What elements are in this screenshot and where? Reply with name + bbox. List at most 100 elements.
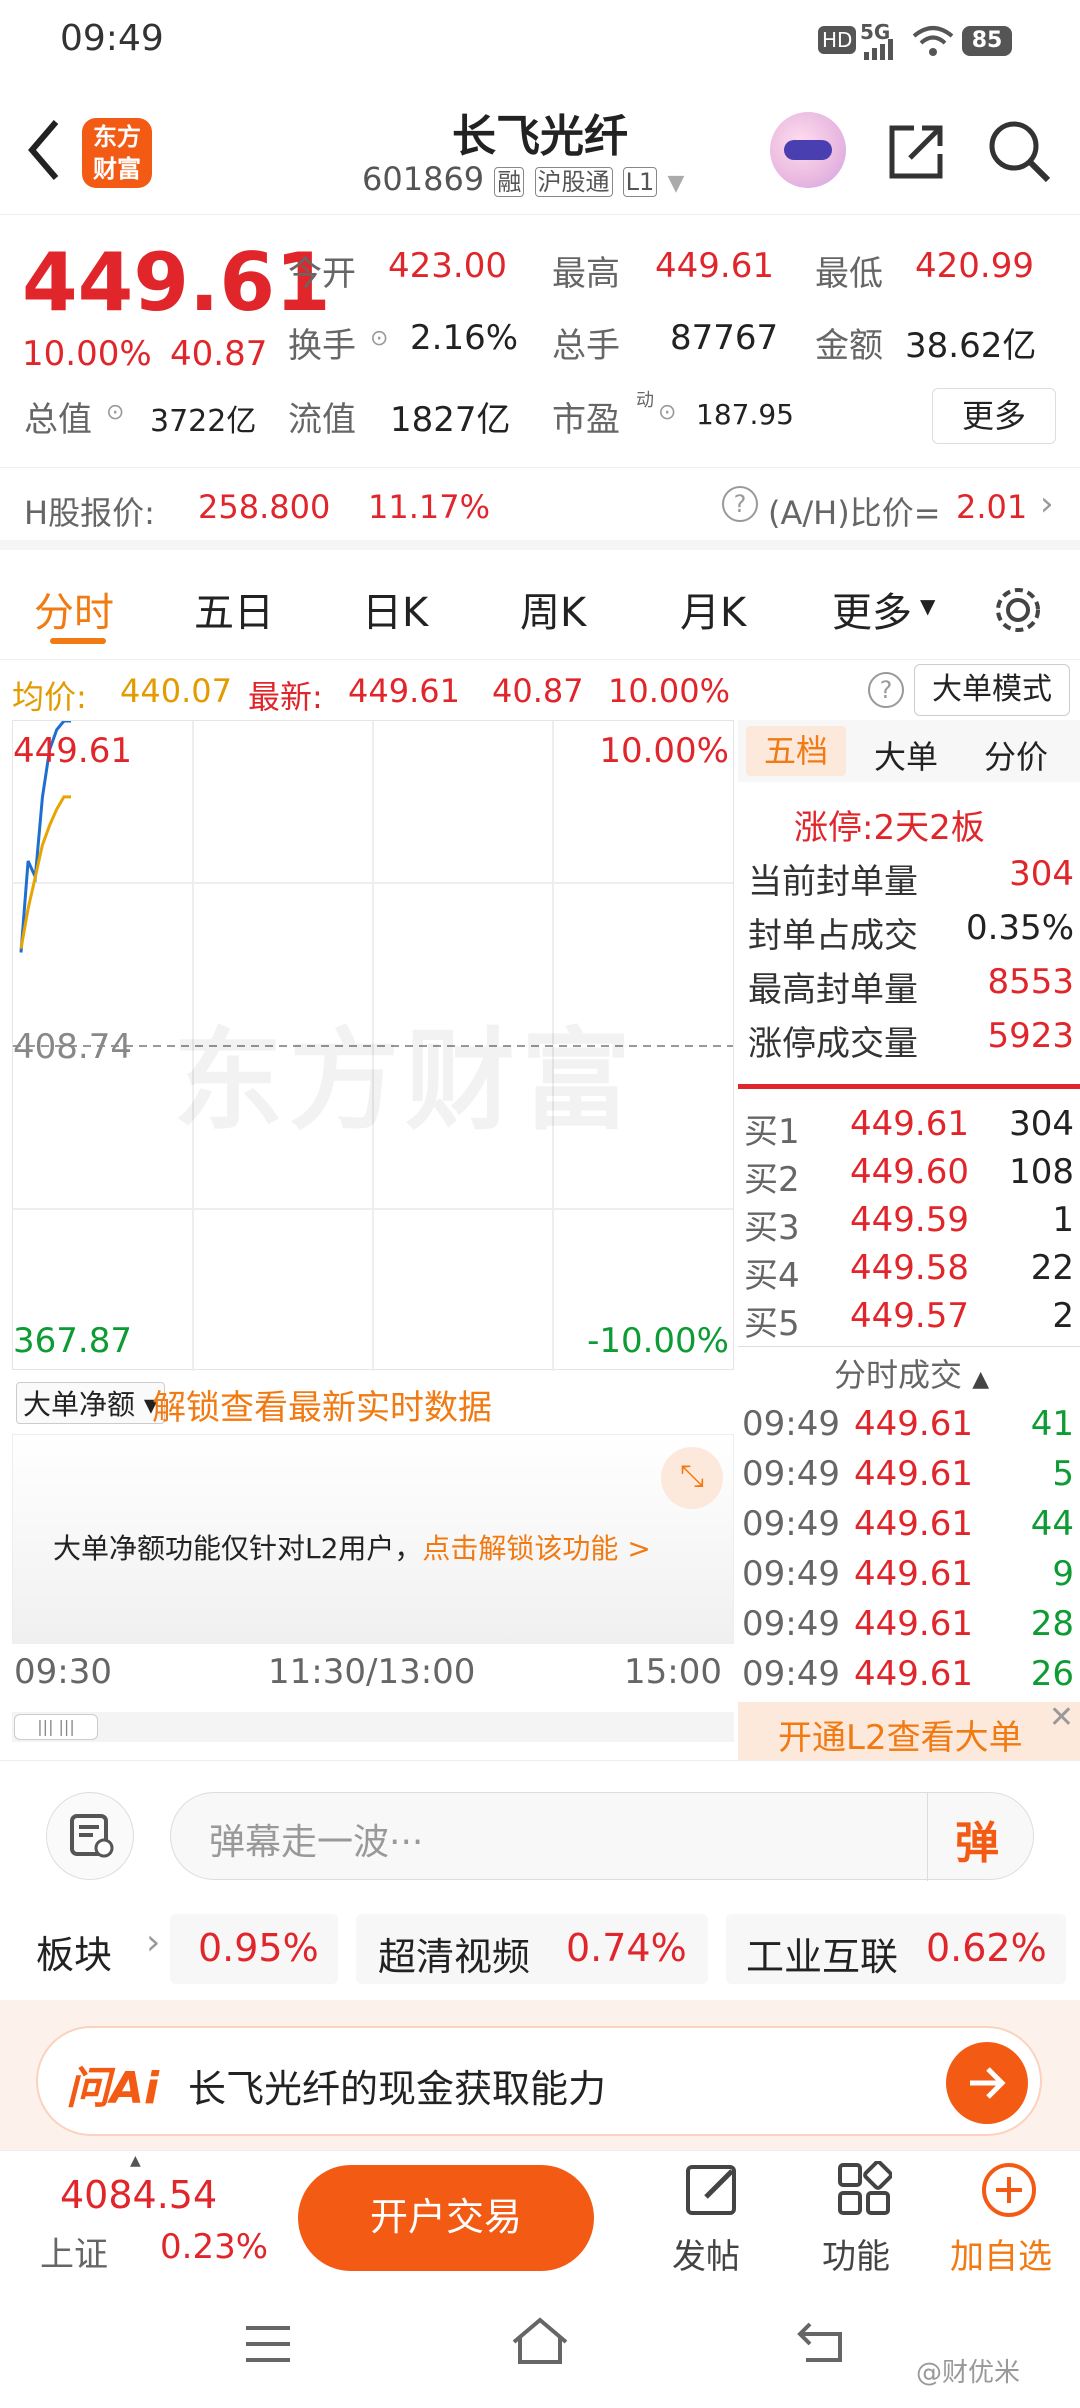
trade-volume: 41 [1030,1404,1074,1444]
trade-button[interactable]: 开户交易 [298,2165,594,2271]
sector-pct: 0.74% [566,1926,687,1970]
add-watchlist-button[interactable]: 加自选 [948,2155,1068,2281]
help-icon[interactable]: ? [868,672,904,708]
bid-label: 买2 [744,1160,800,1200]
arrow-right-icon[interactable] [946,2042,1028,2124]
home-icon[interactable] [510,2316,570,2368]
chart-top-price: 449.61 [13,731,132,771]
volume-value: 87767 [670,318,779,358]
intraday-chart[interactable]: 东方财富 449.61 10.00% 408.74 367.87 -10.00% [12,720,734,1371]
index-value[interactable]: 4084.54 [60,2173,217,2217]
edit-icon [686,2165,736,2215]
divider [927,1793,928,1881]
info-icon[interactable]: ⊙ [106,400,124,425]
ai-query-bar[interactable]: 问Ai 长飞光纤的现金获取能力 [36,2026,1042,2136]
bid-row[interactable]: 买2 449.60 108 [738,1148,1080,1200]
sector-item[interactable]: 超清视频 0.74% [356,1914,708,1984]
info-icon[interactable]: ⊙ [658,400,676,425]
latest-value: 449.61 [348,672,460,710]
help-icon[interactable]: ? [722,486,758,522]
stat-label: 当前封单量 [748,862,918,902]
amount-value: 38.62亿 [905,326,1037,366]
pe-value: 187.95 [696,398,794,431]
tab-more[interactable]: 更多 [832,580,912,638]
order-book-panel: 五档 大单 分价 涨停:2天2板 当前封单量 304 封单占成交 0.35% 最高封单量… [738,720,1080,1760]
bid-volume: 1 [1052,1200,1074,1240]
sector-pct: 0.95% [198,1926,319,1970]
bid-volume: 22 [1030,1248,1074,1288]
dropdown-icon[interactable]: ▼ [667,171,684,196]
level-tag: L1 [622,167,658,197]
back-icon[interactable] [24,118,64,182]
scroll-handle[interactable]: ||| ||| [14,1714,98,1740]
search-icon[interactable] [986,118,1052,184]
bid-price: 449.58 [850,1248,969,1288]
panel-tabs: 五档 大单 分价 [738,720,1080,782]
chart-top-pct: 10.00% [599,731,729,771]
limit-up-label: 涨停: [794,808,874,848]
tab-five-levels[interactable]: 五档 [746,726,846,776]
add-watchlist-label: 加自选 [950,2237,1052,2277]
plus-circle-icon [982,2163,1036,2217]
bid-row[interactable]: 买4 449.58 22 [738,1244,1080,1296]
bid-price: 449.61 [850,1104,969,1144]
settings-icon[interactable] [990,582,1046,638]
index-pct: 0.23% [160,2227,269,2267]
net-volume-selector[interactable]: 大单净额 ▾ [16,1382,165,1424]
l2-banner[interactable]: 开通L2查看大单 ✕ [738,1700,1080,1760]
tab-price-dist[interactable]: 分价 [984,732,1048,778]
share-icon[interactable] [884,120,948,184]
expand-icon[interactable]: ⤡ [661,1447,723,1509]
danmu-settings-icon[interactable] [46,1792,134,1880]
tab-daily-k[interactable]: 日K [362,580,428,638]
logo-line1: 东方 [93,123,141,151]
danmu-send-button[interactable]: 弹 [955,1807,999,1871]
function-button[interactable]: 功能 [818,2155,908,2281]
wifi-icon [912,26,954,56]
chart-scrollbar[interactable]: ||| ||| [12,1712,734,1742]
stat-value: 304 [1009,854,1074,894]
trades-title[interactable]: 分时成交 ▲ [834,1350,989,1396]
bid-row[interactable]: 买5 449.57 2 [738,1292,1080,1344]
danmu-input[interactable]: 弹幕走一波··· 弹 [170,1792,1034,1881]
tab-monthly-k[interactable]: 月K [680,580,746,638]
bid-row[interactable]: 买1 449.61 304 [738,1100,1080,1152]
chart-watermark: 东方财富 [173,1017,637,1145]
bid-row[interactable]: 买3 449.59 1 [738,1196,1080,1248]
avg-label: 均价: [12,678,87,716]
unlock-link[interactable]: 解锁查看最新实时数据 [152,1380,492,1429]
back-nav-icon[interactable] [796,2316,852,2368]
close-icon[interactable]: ✕ [1049,1700,1074,1735]
trade-price: 449.61 [854,1454,973,1494]
info-icon[interactable]: ⊙ [370,326,388,351]
bid-price: 449.57 [850,1296,969,1336]
trade-volume: 44 [1030,1504,1074,1544]
tab-intraday[interactable]: 分时 [34,580,114,638]
big-order-mode-button[interactable]: 大单模式 [914,664,1070,716]
bid-volume: 304 [1009,1104,1074,1144]
h-share-row[interactable]: H股报价: 258.800 11.17% ? (A/H)比价= 2.01 › [0,470,1080,550]
low-label: 最低 [815,254,883,294]
high-value: 449.61 [655,246,774,286]
bid-volume: 2 [1052,1296,1074,1336]
signal-icon [864,39,893,60]
trade-volume: 26 [1030,1654,1074,1694]
trade-price: 449.61 [854,1654,973,1694]
limit-up-status: 涨停:2天2板 [794,800,985,849]
net-volume-selector-label: 大单净额 [23,1388,136,1421]
app-logo[interactable]: 东方 财富 [82,118,152,188]
l2-unlock-link[interactable]: 点击解锁该功能 > [422,1532,650,1565]
l2-promo-text: 大单净额功能仅针对L2用户，点击解锁该功能 > [53,1527,651,1567]
menu-icon[interactable] [244,2322,294,2366]
sector-item[interactable]: 0.95% [170,1914,338,1984]
ai-avatar-icon[interactable] [770,112,846,188]
tab-big-orders[interactable]: 大单 [874,732,938,778]
more-button[interactable]: 更多 [932,388,1056,444]
tab-five-day[interactable]: 五日 [194,580,274,638]
post-button[interactable]: 发帖 [668,2155,758,2281]
chart-bottom-pct: -10.00% [587,1321,729,1361]
chevron-right-icon[interactable]: › [146,1922,160,1963]
mktcap-label: 总值 [24,400,92,440]
sector-item[interactable]: 工业互联 0.62% [726,1914,1066,1984]
tab-weekly-k[interactable]: 周K [520,580,586,638]
